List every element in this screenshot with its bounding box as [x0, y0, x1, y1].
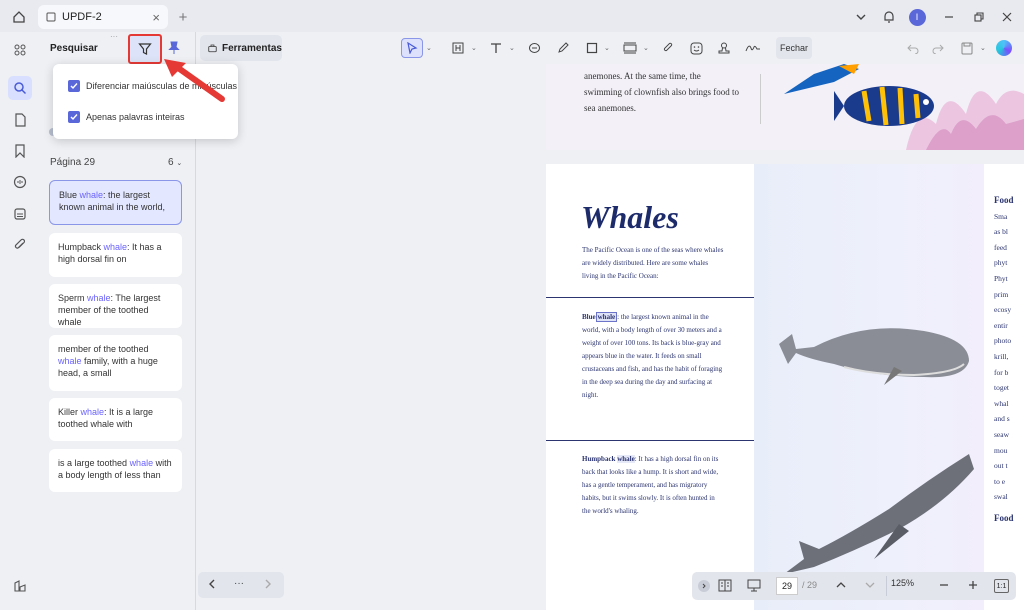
chevron-up-icon[interactable]	[835, 579, 847, 594]
home-icon[interactable]	[10, 8, 28, 26]
thumbnails-icon[interactable]	[8, 38, 32, 62]
pin-icon	[168, 41, 180, 54]
chevron-down-icon[interactable]	[852, 8, 870, 26]
comment-icon[interactable]	[523, 38, 545, 58]
drag-handle[interactable]: ···	[110, 32, 118, 41]
chevron-left-icon[interactable]	[206, 578, 218, 593]
page-group-count[interactable]: 6 ⌄	[168, 157, 182, 168]
avatar[interactable]: I	[908, 8, 926, 26]
previous-page-text: anemones. At the same time, the swimming…	[584, 71, 739, 113]
page-heading: Whales	[581, 199, 679, 235]
humpback-whale-image	[784, 454, 974, 574]
timeline-line	[546, 297, 784, 298]
save-icon[interactable]	[956, 38, 978, 58]
layers-icon[interactable]	[8, 574, 32, 598]
page-zoom-bar: 29 / 29 125% 1:1	[692, 572, 1016, 600]
page-view-icon[interactable]	[718, 579, 732, 595]
new-tab-icon[interactable]: +	[174, 8, 192, 26]
close-tab-icon[interactable]: ×	[152, 10, 160, 25]
checkbox-checked-icon[interactable]	[68, 111, 80, 123]
page-number-input[interactable]: 29	[776, 577, 798, 595]
minimize-icon[interactable]	[940, 8, 958, 26]
chevron-right-icon[interactable]	[262, 578, 274, 593]
paperclip-icon[interactable]	[657, 38, 679, 58]
restore-icon[interactable]	[970, 8, 988, 26]
whole-words-option[interactable]: Apenas palavras inteiras	[68, 111, 185, 123]
ai-assistant-icon[interactable]	[993, 38, 1015, 58]
search-result[interactable]: Humpback whale: It has a high dorsal fin…	[49, 233, 182, 277]
bell-icon[interactable]	[880, 8, 898, 26]
blue-whale-paragraph: Blue whale: the largest known animal in t…	[582, 312, 723, 399]
timeline-line	[546, 440, 784, 441]
text-tool-icon[interactable]	[485, 38, 507, 58]
close-tools-button[interactable]: Fechar	[776, 37, 812, 59]
left-rail	[0, 32, 40, 610]
more-icon[interactable]: ···	[234, 578, 244, 589]
humpback-paragraph: Humpback whale: It has a high dorsal fin…	[582, 455, 719, 515]
right-column-text: Food Sma as bl feed phyt Phyt prim ecosy…	[994, 195, 1014, 523]
whole-words-label: Apenas palavras inteiras	[86, 112, 185, 122]
pages-icon[interactable]	[8, 108, 32, 132]
document-viewer[interactable]: anemones. At the same time, the swimming…	[196, 64, 1024, 610]
pdf-icon	[46, 12, 56, 22]
select-tool-icon[interactable]	[401, 38, 423, 58]
main-toolbar: Ferramentas ⌄ ⌄ ⌄ ⌄ ⌄ Fechar ⌄	[196, 32, 1024, 64]
undo-icon[interactable]	[902, 38, 924, 58]
next-column: Food Sma as bl feed phyt Phyt prim ecosy…	[984, 164, 1024, 610]
comments-icon[interactable]	[8, 170, 32, 194]
callout-arrow	[164, 59, 225, 102]
tab-title: UPDF-2	[62, 11, 102, 23]
highlight-text-icon[interactable]	[447, 38, 469, 58]
page-divider	[760, 74, 761, 124]
blue-whale-image	[779, 328, 969, 385]
panel-title: Pesquisar	[50, 43, 98, 54]
zoom-level[interactable]: 125%	[891, 578, 914, 588]
whale-illustration-panel	[754, 164, 984, 610]
chevron-down-icon[interactable]: ⌄	[471, 44, 477, 52]
search-result[interactable]: Blue whale: the largest known animal in …	[49, 180, 182, 225]
signature-icon[interactable]	[742, 38, 764, 58]
divider	[886, 576, 887, 596]
zoom-in-icon[interactable]	[967, 579, 979, 594]
forms-icon[interactable]	[8, 202, 32, 226]
chevron-down-icon[interactable]: ⌄	[426, 44, 432, 52]
tools-label: Ferramentas	[221, 42, 282, 54]
stamp-icon[interactable]	[713, 38, 735, 58]
chevron-down-icon[interactable]: ⌄	[980, 44, 986, 52]
filter-icon	[138, 43, 152, 55]
attachment-icon[interactable]	[8, 233, 32, 257]
close-window-icon[interactable]	[998, 8, 1016, 26]
intro-paragraph: The Pacific Ocean is one of the seas whe…	[582, 246, 724, 280]
result-pager: ···	[198, 572, 284, 598]
filter-button[interactable]	[128, 34, 162, 64]
search-icon[interactable]	[8, 76, 32, 100]
pdf-page-previous: anemones. At the same time, the swimming…	[546, 64, 1024, 150]
shape-icon[interactable]	[581, 38, 603, 58]
actual-size-icon[interactable]: 1:1	[994, 579, 1009, 593]
bookmark-icon[interactable]	[8, 139, 32, 163]
search-result[interactable]: member of the toothed whale family, with…	[49, 335, 182, 391]
title-bar: UPDF-2 × + I	[0, 0, 1024, 32]
search-result[interactable]: is a large toothed whale with a body len…	[49, 449, 182, 492]
search-result[interactable]: Sperm whale: The largest member of the t…	[49, 284, 182, 328]
pencil-icon[interactable]	[552, 38, 574, 58]
document-tab[interactable]: UPDF-2 ×	[38, 5, 168, 29]
toolbox-icon	[208, 44, 217, 53]
page-group-label: Página 29	[50, 157, 96, 168]
collapse-icon[interactable]	[698, 580, 710, 592]
pdf-page-current: Whales The Pacific Ocean is one of the s…	[546, 164, 1024, 610]
page-total: / 29	[802, 580, 818, 590]
presentation-icon[interactable]	[747, 579, 761, 595]
checkbox-checked-icon[interactable]	[68, 80, 80, 92]
stamp-frame-icon[interactable]	[619, 38, 641, 58]
chevron-down-icon[interactable]	[864, 579, 876, 594]
chevron-down-icon[interactable]: ⌄	[604, 44, 610, 52]
chevron-down-icon[interactable]: ⌄	[509, 44, 515, 52]
sticker-icon[interactable]	[685, 38, 707, 58]
fish-image	[834, 86, 934, 126]
zoom-out-icon[interactable]	[938, 579, 950, 594]
search-result[interactable]: Killer whale: It is a large toothed whal…	[49, 398, 182, 441]
chevron-down-icon[interactable]: ⌄	[643, 44, 649, 52]
redo-icon[interactable]	[927, 38, 949, 58]
